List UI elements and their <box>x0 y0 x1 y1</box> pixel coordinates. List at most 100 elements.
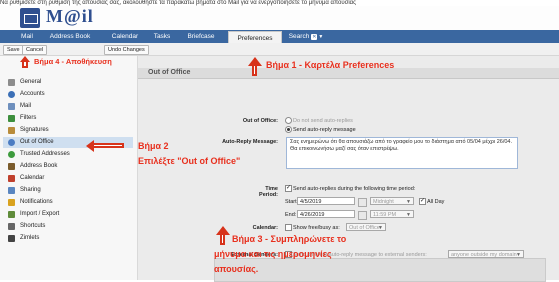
sidebar-item-accounts[interactable]: Accounts <box>3 89 133 100</box>
sidebar-item-label: Filters <box>20 115 37 121</box>
sidebar-item-general[interactable]: General <box>3 77 133 88</box>
import-export-icon <box>8 211 15 218</box>
mail-icon <box>8 103 15 110</box>
cancel-button[interactable]: Cancel <box>22 45 48 55</box>
sidebar-item-filters[interactable]: Filters <box>3 113 133 124</box>
sidebar-item-notifications[interactable]: Notifications <box>3 197 133 208</box>
calendar-label: Calendar: <box>252 225 278 231</box>
gear-icon <box>8 79 15 86</box>
step1-callout: Βήμα 1 - Καρτέλα Preferences <box>266 60 395 70</box>
tab-calendar[interactable]: Calendar <box>106 30 144 43</box>
external-message-panel <box>214 258 546 282</box>
sidebar-item-label: Address Book <box>20 163 58 169</box>
step3-callout-line3: απουσίας. <box>214 264 259 274</box>
step1-arrow-shaft <box>252 66 257 76</box>
step2-callout-line1: Βήμα 2 <box>138 141 169 151</box>
time-period-checkbox[interactable] <box>285 184 292 192</box>
free-busy-select[interactable]: Out of Office ▼ <box>346 223 386 231</box>
sidebar-item-label: Shortcuts <box>20 223 46 229</box>
sidebar-item-sharing[interactable]: Sharing <box>3 185 133 196</box>
sidebar-item-label: General <box>20 79 42 85</box>
step4-arrow-shaft <box>22 62 28 68</box>
main-tabbar: Mail Address Book Calendar Tasks Briefca… <box>0 30 559 44</box>
free-busy-value: Out of Office <box>349 225 380 231</box>
external-senders-select[interactable]: anyone outside my domain ▼ <box>448 250 524 258</box>
chevron-down-icon[interactable]: ▼ <box>318 34 323 40</box>
sidebar-item-calendar[interactable]: Calendar <box>3 173 133 184</box>
tab-briefcase[interactable]: Briefcase <box>182 30 220 43</box>
time-period-checkbox-label: Send auto-replies during the following t… <box>293 186 416 192</box>
radio-send-auto-reply-label: Send auto-reply message <box>293 127 356 133</box>
sidebar-item-label: Mail <box>20 103 32 109</box>
save-button[interactable]: Save <box>3 45 24 55</box>
sidebar-item-label: Sharing <box>20 187 41 193</box>
step2-callout-line2: Επιλέξτε "Out of Office" <box>138 156 241 166</box>
end-time-select[interactable]: 11:59 PM ▼ <box>370 210 414 218</box>
sidebar-item-label: Signatures <box>20 127 49 133</box>
calendar-icon <box>8 175 15 182</box>
sidebar-item-mail[interactable]: Mail <box>3 101 133 112</box>
auto-reply-label: Auto-Reply Message: <box>222 139 278 145</box>
step3-arrow-shaft <box>220 235 225 245</box>
address-book-icon <box>8 163 15 170</box>
out-of-office-icon <box>8 139 15 146</box>
sidebar-item-label: Notifications <box>20 199 53 205</box>
sharing-icon <box>8 187 15 194</box>
sidebar-item-label: Zimlets <box>20 235 40 241</box>
sidebar-item-label: Calendar <box>20 175 45 181</box>
start-time-value: Midnight <box>373 199 394 205</box>
sidebar-item-label: Out of Office <box>20 139 54 145</box>
app-logo-text: M@il <box>46 6 94 26</box>
end-calendar-icon[interactable] <box>358 211 367 220</box>
time-period-label: Time Period: <box>259 186 278 198</box>
all-day-label: All Day <box>427 199 445 205</box>
tab-mail[interactable]: Mail <box>14 30 40 43</box>
sidebar-item-zimlets[interactable]: Zimlets <box>3 233 133 244</box>
show-free-busy-label: Show free/busy as: <box>293 225 340 231</box>
step2-arrow-shaft <box>94 143 124 148</box>
end-date-input[interactable]: 4/26/2019 <box>297 210 355 218</box>
step4-callout: Βήμα 4 - Αποθήκευση <box>34 57 112 66</box>
chevron-down-icon: ▼ <box>406 212 411 218</box>
start-time-select[interactable]: Midnight ▼ <box>370 197 414 205</box>
notification-icon <box>8 199 15 206</box>
mail-logo-icon <box>20 8 40 28</box>
trusted-icon <box>8 151 15 158</box>
step1-arrow-icon <box>248 57 262 66</box>
undo-changes-button[interactable]: Undo Changes <box>104 45 149 55</box>
auto-reply-textarea[interactable]: Σας ενημερώνω ότι θα απουσιάζω από το γρ… <box>286 137 518 169</box>
sidebar-item-label: Trusted Addresses <box>20 151 70 157</box>
tab-search[interactable]: Search ✕ ▼ <box>286 30 326 43</box>
end-time-value: 11:59 PM <box>373 212 397 218</box>
shortcuts-icon <box>8 223 15 230</box>
step3-callout-line1: Βήμα 3 - Συμπληρώνετε το <box>232 234 347 244</box>
signature-icon <box>8 127 15 134</box>
sidebar-item-address-book[interactable]: Address Book <box>3 161 133 172</box>
start-date-input[interactable]: 4/5/2019 <box>297 197 355 205</box>
show-free-busy-checkbox[interactable] <box>285 224 292 231</box>
sidebar-item-label: Import / Export <box>20 211 60 217</box>
sidebar-item-label: Accounts <box>20 91 45 97</box>
step3-arrow-icon <box>216 226 230 235</box>
out-of-office-label: Out of Office: <box>242 118 278 124</box>
radio-do-not-send[interactable] <box>285 117 292 124</box>
toolbar: Save Cancel Undo Changes <box>0 43 559 56</box>
filter-icon <box>8 115 15 122</box>
tab-tasks[interactable]: Tasks <box>148 30 176 43</box>
sidebar-item-import-export[interactable]: Import / Export <box>3 209 133 220</box>
chevron-down-icon: ▼ <box>378 225 383 231</box>
section-title: Out of Office <box>148 69 191 76</box>
sidebar-item-signatures[interactable]: Signatures <box>3 125 133 136</box>
sidebar-item-shortcuts[interactable]: Shortcuts <box>3 221 133 232</box>
tab-address-book[interactable]: Address Book <box>44 30 96 43</box>
tab-search-label: Search <box>288 33 310 40</box>
all-day-checkbox[interactable] <box>419 197 426 205</box>
radio-send-auto-reply[interactable] <box>285 126 292 133</box>
close-icon[interactable]: ✕ <box>311 34 318 40</box>
step3-callout-line2: μήνυμα και τις ημερομηνίες <box>214 249 332 259</box>
end-label: End: <box>285 212 297 218</box>
sidebar-item-trusted-addresses[interactable]: Trusted Addresses <box>3 149 133 160</box>
radio-do-not-send-label: Do not send auto-replies <box>293 118 353 124</box>
start-calendar-icon[interactable] <box>358 198 367 207</box>
preferences-sidebar: General Accounts Mail Filters Signatures… <box>0 56 138 280</box>
